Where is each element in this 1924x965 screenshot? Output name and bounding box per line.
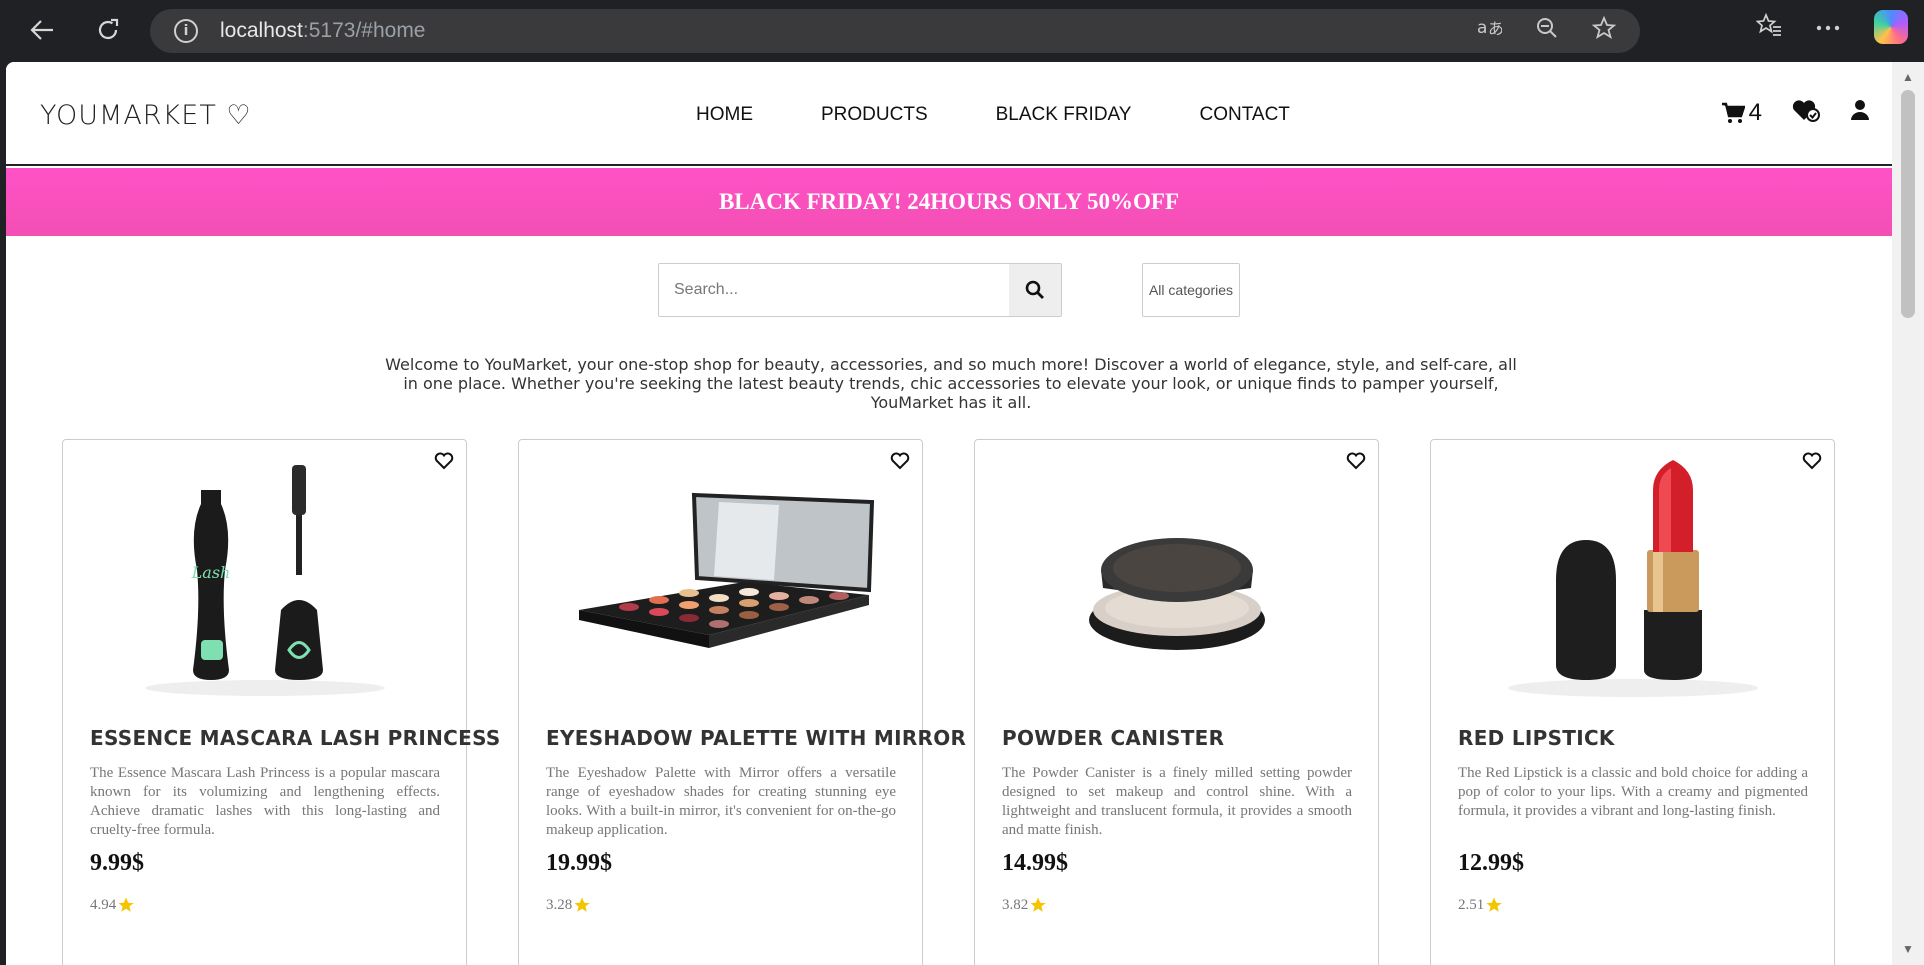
category-select[interactable]: All categories <box>1142 263 1240 317</box>
nav-home[interactable]: HOME <box>696 104 753 126</box>
favorites-list-icon[interactable] <box>1755 12 1782 42</box>
product-card[interactable]: EYESHADOW PALETTE WITH MIRROR The Eyesha… <box>518 439 966 965</box>
svg-text:あ: あ <box>1488 19 1502 38</box>
product-price: 19.99$ <box>546 850 612 876</box>
copilot-icon[interactable] <box>1874 10 1908 44</box>
star-icon <box>574 897 590 912</box>
user-icon[interactable] <box>1850 99 1870 126</box>
cart-icon <box>1721 102 1745 123</box>
scroll-up-icon[interactable]: ▲ <box>1901 70 1915 84</box>
product-title[interactable]: EYESHADOW PALETTE WITH MIRROR <box>546 726 966 750</box>
cart-button[interactable]: 4 <box>1721 99 1762 127</box>
product-rating: 4.94 <box>90 896 135 914</box>
product-price: 12.99$ <box>1458 850 1524 876</box>
product-price: 14.99$ <box>1002 850 1068 876</box>
promo-banner: BLACK FRIDAY! 24HOURS ONLY 50%OFF <box>6 168 1892 236</box>
site-header: YOUMARKET ♡ HOME PRODUCTS BLACK FRIDAY C… <box>6 62 1892 166</box>
wishlist-icon[interactable] <box>1792 98 1820 127</box>
product-title[interactable]: ESSENCE MASCARA LASH PRINCESS <box>90 726 501 750</box>
more-menu-icon[interactable] <box>1816 18 1840 36</box>
product-image-palette <box>579 492 875 648</box>
scrollbar-thumb[interactable] <box>1901 90 1915 318</box>
address-bar[interactable]: i localhost:5173/#home aあ <box>150 9 1640 53</box>
nav-black-friday[interactable]: BLACK FRIDAY <box>996 104 1132 126</box>
url-text: localhost:5173/#home <box>220 19 426 42</box>
back-icon[interactable] <box>24 12 60 48</box>
rating-value: 3.82 <box>1002 896 1029 913</box>
favorite-star-icon[interactable] <box>1591 15 1617 46</box>
page-viewport: YOUMARKET ♡ HOME PRODUCTS BLACK FRIDAY C… <box>6 62 1892 965</box>
nav-contact[interactable]: CONTACT <box>1199 104 1289 126</box>
product-rating: 3.28 <box>546 896 591 914</box>
product-description: The Powder Canister is a finely milled s… <box>1002 765 1352 838</box>
site-info-icon[interactable]: i <box>174 19 198 43</box>
browser-toolbar: i localhost:5173/#home aあ <box>0 0 1924 62</box>
main-nav: HOME PRODUCTS BLACK FRIDAY CONTACT <box>696 104 1290 126</box>
search-icon <box>1025 280 1044 299</box>
star-icon <box>1486 897 1502 912</box>
star-icon <box>118 897 134 912</box>
product-title[interactable]: POWDER CANISTER <box>1002 726 1224 750</box>
search-input[interactable] <box>659 264 1009 316</box>
zoom-out-icon[interactable] <box>1536 17 1558 45</box>
search-box <box>658 263 1062 317</box>
product-card[interactable]: RED LIPSTICK The Red Lipstick is a class… <box>1430 439 1835 965</box>
svg-text:a: a <box>1477 18 1487 38</box>
rating-value: 4.94 <box>90 896 117 913</box>
product-title[interactable]: RED LIPSTICK <box>1458 726 1615 750</box>
read-aloud-icon[interactable]: aあ <box>1476 17 1504 45</box>
refresh-icon[interactable] <box>90 12 126 48</box>
product-rating: 3.82 <box>1002 896 1047 914</box>
page-scrollbar[interactable]: ▲ ▼ <box>1892 62 1924 965</box>
product-card[interactable]: Lash ESSENCE MASCARA LASH PRINCESS The E… <box>62 439 500 965</box>
site-logo[interactable]: YOUMARKET ♡ <box>40 100 252 131</box>
product-rating: 2.51 <box>1458 896 1503 914</box>
star-icon <box>1030 897 1046 912</box>
product-card[interactable]: POWDER CANISTER The Powder Canister is a… <box>974 439 1379 965</box>
product-description: The Essence Mascara Lash Princess is a p… <box>90 765 440 838</box>
svg-text:Lash: Lash <box>191 563 231 582</box>
product-description: The Red Lipstick is a classic and bold c… <box>1458 765 1808 819</box>
nav-products[interactable]: PRODUCTS <box>821 104 928 126</box>
promo-text: BLACK FRIDAY! 24HOURS ONLY 50%OFF <box>718 189 1180 214</box>
cart-count: 4 <box>1748 98 1762 126</box>
product-image-mascara: Lash <box>145 465 385 696</box>
product-image-lipstick <box>1508 460 1758 697</box>
welcome-text: Welcome to YouMarket, your one-stop shop… <box>385 355 1517 412</box>
product-image-powder <box>1089 538 1265 650</box>
scroll-down-icon[interactable]: ▼ <box>1901 942 1915 956</box>
search-button[interactable] <box>1009 264 1061 316</box>
product-description: The Eyeshadow Palette with Mirror offers… <box>546 765 896 838</box>
product-price: 9.99$ <box>90 850 144 876</box>
rating-value: 2.51 <box>1458 896 1485 913</box>
rating-value: 3.28 <box>546 896 573 913</box>
